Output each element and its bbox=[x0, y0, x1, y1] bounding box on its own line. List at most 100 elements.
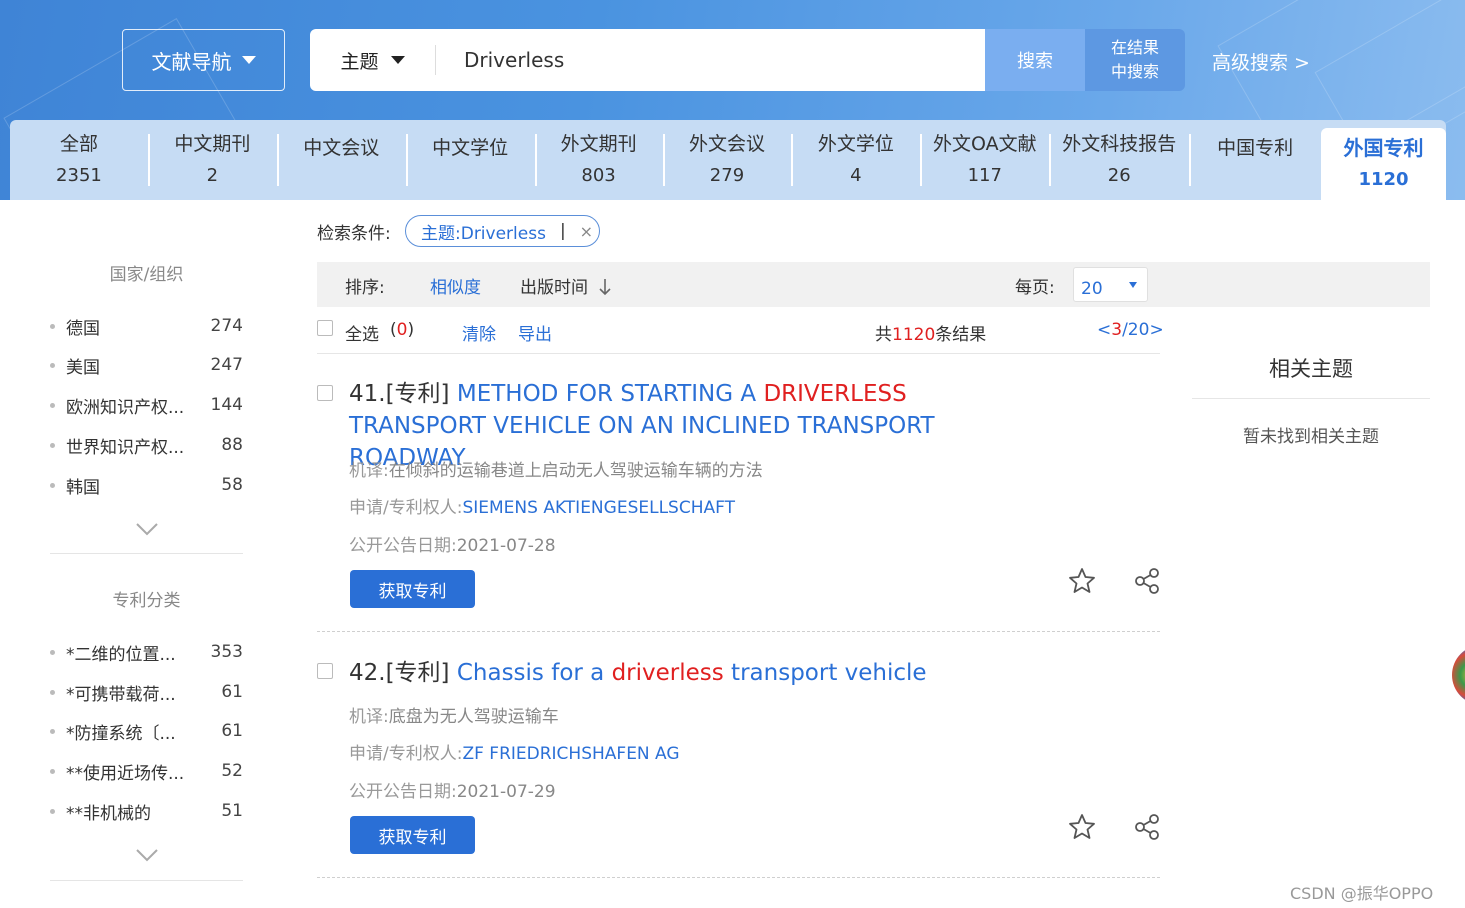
date-label: 公开公告日期: bbox=[349, 536, 457, 556]
total-count: 1120 bbox=[892, 325, 936, 345]
class-name: **使用近场传... bbox=[66, 763, 185, 784]
country-item[interactable]: 世界知识产权... 88 bbox=[50, 433, 243, 458]
total-results: 共1120条结果 bbox=[875, 320, 986, 345]
class-name: *二维的位置... bbox=[66, 644, 176, 665]
tab-foreign-thesis[interactable]: 外文学位 4 bbox=[791, 120, 920, 200]
result-toolbar: 全选 (0) 清除 导出 共1120条结果 <3/20> bbox=[317, 318, 1164, 354]
title-highlight: DRIVERLESS bbox=[763, 381, 907, 407]
share-icon[interactable] bbox=[1132, 566, 1162, 596]
advanced-search-link[interactable]: 高级搜索 > bbox=[1212, 48, 1310, 75]
country-item[interactable]: 欧洲知识产权... 144 bbox=[50, 393, 243, 418]
literature-nav-button[interactable]: 文献导航 bbox=[122, 29, 285, 91]
country-item[interactable]: 韩国 58 bbox=[50, 473, 243, 498]
search-in-results-button[interactable]: 在结果 中搜索 bbox=[1085, 29, 1185, 91]
country-name: 欧洲知识产权... bbox=[66, 397, 185, 418]
result-checkbox[interactable] bbox=[317, 663, 333, 679]
search-in-results-label-2: 中搜索 bbox=[1110, 62, 1159, 81]
applicant-link[interactable]: SIEMENS AKTIENGESELLSCHAFT bbox=[462, 498, 735, 518]
select-all-label[interactable]: 全选 bbox=[345, 320, 379, 345]
bullet-icon bbox=[50, 728, 55, 734]
tab-count: 279 bbox=[709, 165, 745, 186]
tab-all[interactable]: 全部 2351 bbox=[10, 120, 148, 200]
export-button[interactable]: 导出 bbox=[518, 320, 552, 345]
per-page-value: 20 bbox=[1081, 279, 1103, 299]
bullet-icon bbox=[50, 808, 55, 814]
clear-button[interactable]: 清除 bbox=[462, 320, 496, 345]
country-name: 世界知识产权... bbox=[66, 437, 185, 458]
country-item[interactable]: 德国 274 bbox=[50, 314, 243, 339]
watermark: CSDN @振华OPPO bbox=[1290, 884, 1434, 903]
search-button[interactable]: 搜索 bbox=[985, 29, 1085, 91]
tab-foreign-patent[interactable]: 外国专利 1120 bbox=[1321, 128, 1446, 200]
floating-assistant-icon[interactable] bbox=[1452, 645, 1465, 705]
page-next[interactable]: /20> bbox=[1122, 320, 1164, 340]
search-type-label: 主题 bbox=[340, 50, 379, 73]
expand-chevron-icon[interactable] bbox=[136, 848, 158, 862]
search-input[interactable] bbox=[436, 30, 985, 90]
pagination: <3/20> bbox=[1097, 320, 1164, 340]
tab-cn-journal[interactable]: 中文期刊 2 bbox=[147, 120, 277, 200]
tab-foreign-conference[interactable]: 外文会议 279 bbox=[662, 120, 792, 200]
class-item[interactable]: **非机械的 51 bbox=[50, 799, 243, 824]
sort-pubtime[interactable]: 出版时间 bbox=[520, 273, 611, 298]
result-applicant: 申请/专利权人:SIEMENS AKTIENGESELLSCHAFT bbox=[349, 493, 735, 518]
star-icon[interactable] bbox=[1067, 566, 1097, 596]
get-patent-button[interactable]: 获取专利 bbox=[350, 816, 475, 854]
result-title: 42.[专利] Chassis for a driverless transpo… bbox=[349, 657, 1049, 689]
condition-tag-text: 主题:Driverless bbox=[421, 223, 546, 244]
expand-chevron-icon[interactable] bbox=[136, 522, 158, 536]
tab-count: 2351 bbox=[56, 165, 102, 186]
tab-cn-patent[interactable]: 中国专利 bbox=[1189, 120, 1321, 200]
tab-foreign-report[interactable]: 外文科技报告 26 bbox=[1049, 120, 1189, 200]
tag-separator: | bbox=[559, 221, 566, 241]
divider bbox=[317, 631, 1160, 632]
class-item[interactable]: *二维的位置... 353 bbox=[50, 640, 243, 665]
country-name: 德国 bbox=[66, 318, 100, 339]
class-name: **非机械的 bbox=[66, 803, 151, 824]
result-index: 42.[专利] bbox=[349, 660, 450, 686]
result-item: 41.[专利] METHOD FOR STARTING A DRIVERLESS… bbox=[317, 378, 1160, 633]
divider bbox=[50, 880, 243, 881]
result-title-link[interactable]: Chassis for a driverless transport vehic… bbox=[457, 660, 927, 686]
get-patent-button[interactable]: 获取专利 bbox=[350, 570, 475, 608]
applicant-link[interactable]: ZF FRIEDRICHSHAFEN AG bbox=[462, 744, 679, 764]
result-index: 41.[专利] bbox=[349, 381, 450, 407]
sort-relevance[interactable]: 相似度 bbox=[430, 273, 481, 298]
divider bbox=[1192, 398, 1430, 399]
tab-label: 外文学位 bbox=[817, 133, 894, 155]
class-item[interactable]: *防撞系统〔... 61 bbox=[50, 719, 243, 744]
search-type-dropdown[interactable]: 主题 bbox=[310, 29, 435, 91]
tab-count: 1120 bbox=[1358, 169, 1409, 190]
star-icon[interactable] bbox=[1067, 812, 1097, 842]
class-item[interactable]: **使用近场传... 52 bbox=[50, 759, 243, 784]
tab-cn-thesis[interactable]: 中文学位 bbox=[405, 120, 535, 200]
tab-foreign-journal[interactable]: 外文期刊 803 bbox=[534, 120, 663, 200]
selected-count-open: ( bbox=[390, 320, 397, 340]
page-prev[interactable]: < bbox=[1097, 320, 1111, 340]
bullet-icon bbox=[50, 402, 55, 408]
divider bbox=[50, 553, 243, 554]
bullet-icon bbox=[50, 482, 55, 488]
date-label: 公开公告日期: bbox=[349, 782, 457, 802]
country-item[interactable]: 美国 247 bbox=[50, 353, 243, 378]
class-item[interactable]: *可携带载荷... 61 bbox=[50, 680, 243, 705]
patent-class-filter-title: 专利分类 bbox=[112, 591, 181, 611]
per-page-select[interactable]: 20 bbox=[1073, 267, 1148, 302]
tab-foreign-oa[interactable]: 外文OA文献 117 bbox=[920, 120, 1049, 200]
applicant-label: 申请/专利权人: bbox=[349, 744, 463, 764]
title-part: METHOD FOR STARTING A bbox=[456, 381, 764, 407]
result-checkbox[interactable] bbox=[317, 385, 333, 401]
tab-cn-conference[interactable]: 中文会议 bbox=[276, 120, 406, 200]
share-icon[interactable] bbox=[1132, 812, 1162, 842]
close-icon[interactable]: × bbox=[580, 222, 593, 241]
tab-label: 外文会议 bbox=[688, 133, 765, 155]
translation-label: 机译: bbox=[349, 461, 389, 481]
search-in-results-label-1: 在结果 bbox=[1110, 38, 1159, 57]
result-item: 42.[专利] Chassis for a driverless transpo… bbox=[317, 657, 1160, 880]
select-all-checkbox[interactable] bbox=[317, 320, 333, 336]
class-name: *防撞系统〔... bbox=[66, 723, 176, 744]
class-count: 52 bbox=[221, 761, 243, 781]
date-value: 2021-07-28 bbox=[456, 536, 556, 556]
source-tabs: 全部 2351 中文期刊 2 中文会议 中文学位 外文期刊 803 外文会议 2… bbox=[10, 120, 1446, 200]
title-highlight: driverless bbox=[611, 660, 724, 686]
